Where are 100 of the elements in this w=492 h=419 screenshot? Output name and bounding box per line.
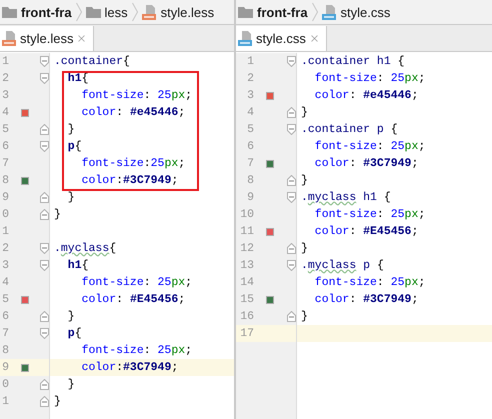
line-number: 0 [1, 208, 9, 221]
fold-icon[interactable] [40, 73, 49, 84]
less-file-icon [142, 4, 157, 20]
breadcrumb-item[interactable]: less [104, 4, 128, 20]
code-line: font-size: 25px; [314, 139, 426, 155]
code-line: .container h1 { [300, 54, 405, 70]
line-number: 2 [1, 72, 9, 85]
line-number: 16 [239, 310, 254, 323]
breadcrumb-item[interactable]: front-fra [21, 4, 72, 20]
line-number: 10 [239, 208, 254, 221]
code-line: } [53, 394, 61, 410]
unfold-icon[interactable] [287, 107, 296, 118]
code-line: color: #e45446; [80, 105, 186, 121]
line-number: 6 [1, 310, 9, 323]
line-number: 8 [246, 174, 254, 187]
unfold-icon[interactable] [40, 311, 49, 322]
line-number: 15 [239, 293, 254, 306]
line-number: 1 [1, 55, 9, 68]
code-line: .container p { [300, 122, 398, 138]
code-line: font-size: 25px; [80, 343, 192, 359]
css-file-icon [322, 4, 337, 20]
code-line: font-size: 25px; [80, 275, 192, 291]
editor-tab[interactable]: style.less [0, 26, 94, 51]
close-icon[interactable] [308, 33, 320, 44]
fold-icon[interactable] [40, 328, 49, 339]
code-line: color: #3C7949; [314, 156, 418, 172]
line-number: 3 [1, 259, 9, 272]
code-line: .container{ [53, 54, 130, 70]
css-file-icon [238, 31, 253, 46]
line-number: 0 [1, 378, 9, 391]
code-line: } [66, 377, 75, 393]
code-line: font-size: 25px; [314, 71, 426, 87]
line-number: 4 [1, 106, 9, 119]
fold-icon[interactable] [287, 260, 296, 271]
folder-icon [238, 6, 253, 18]
unfold-icon[interactable] [40, 209, 49, 220]
line-number: 4 [246, 106, 254, 119]
fold-icon[interactable] [40, 141, 49, 152]
code-line: color:#3C7949; [80, 173, 178, 189]
fold-icon[interactable] [287, 124, 296, 135]
code-line: } [66, 309, 75, 325]
line-number: 6 [246, 140, 254, 153]
line-number: 9 [1, 361, 9, 374]
code-line: } [66, 190, 75, 206]
code-line: } [53, 207, 61, 223]
code-line: font-size: 25px; [314, 275, 426, 291]
unfold-icon[interactable] [40, 124, 49, 135]
unfold-icon[interactable] [287, 311, 296, 322]
editor-tab[interactable]: style.css [236, 26, 327, 51]
fold-icon[interactable] [40, 56, 49, 67]
tab-label: style.css [256, 31, 306, 46]
tab-label: style.less [20, 31, 74, 46]
breadcrumb-item[interactable]: style.css [340, 4, 390, 20]
code-line: color: #E45456; [314, 224, 418, 240]
line-number: 6 [1, 140, 9, 153]
line-number: 2 [1, 242, 9, 255]
line-number: 7 [1, 327, 9, 340]
code-line: p{ [66, 139, 82, 155]
less-file-icon [2, 31, 17, 46]
fold-icon[interactable] [40, 243, 49, 254]
code-line: font-size: 25px; [314, 207, 426, 223]
code-line: p{ [66, 326, 82, 342]
unfold-icon[interactable] [287, 175, 296, 186]
line-number: 14 [239, 276, 254, 289]
code-line: } [66, 122, 75, 138]
code-line: h1{ [66, 258, 89, 274]
code-line: color: #3C7949; [314, 292, 418, 308]
code-line: font-size: 25px; [80, 88, 192, 104]
fold-icon[interactable] [40, 260, 49, 271]
line-number: 1 [1, 395, 9, 408]
code-line: } [300, 173, 308, 189]
line-number: 7 [246, 157, 254, 170]
line-number: 17 [239, 327, 254, 340]
breadcrumb-item[interactable]: front-fra [257, 4, 308, 20]
code-line: } [300, 241, 308, 257]
code-line: color: #E45456; [80, 292, 186, 308]
line-number: 3 [246, 89, 254, 102]
unfold-icon[interactable] [40, 396, 49, 407]
line-number: 8 [1, 344, 9, 357]
unfold-icon[interactable] [287, 243, 296, 254]
line-number: 7 [1, 157, 9, 170]
line-number: 9 [246, 191, 254, 204]
line-number: 9 [1, 191, 9, 204]
fold-icon[interactable] [287, 192, 296, 203]
fold-icon[interactable] [287, 56, 296, 67]
unfold-icon[interactable] [40, 379, 49, 390]
folder-icon [2, 6, 17, 18]
code-line: .myclass{ [53, 241, 116, 257]
code-line: } [300, 105, 308, 121]
code-line: color:#3C7949; [80, 360, 178, 376]
line-number: 5 [1, 293, 9, 306]
close-icon[interactable] [76, 33, 88, 44]
line-number: 3 [1, 89, 9, 102]
breadcrumb-item[interactable]: style.less [160, 4, 214, 20]
line-number: 12 [239, 242, 254, 255]
code-line: .myclass p { [300, 258, 384, 274]
code-line: font-size:25px; [80, 156, 186, 172]
unfold-icon[interactable] [40, 192, 49, 203]
line-number: 11 [239, 225, 254, 238]
line-number: 5 [1, 123, 9, 136]
